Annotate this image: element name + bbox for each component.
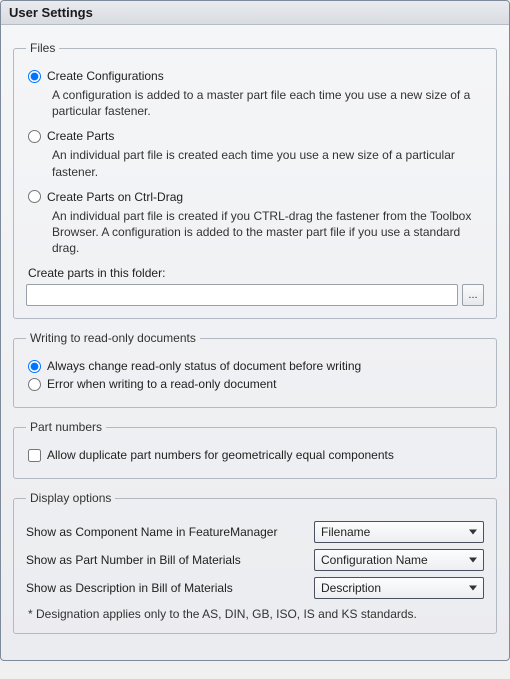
display-footnote: * Designation applies only to the AS, DI… bbox=[28, 607, 484, 621]
writing-legend: Writing to read-only documents bbox=[26, 331, 200, 345]
files-radio-create-parts-ctrl-drag-label: Create Parts on Ctrl-Drag bbox=[47, 190, 183, 204]
display-options-group: Display options Show as Component Name i… bbox=[13, 491, 497, 634]
files-legend: Files bbox=[26, 41, 59, 55]
writing-radio-error-row: Error when writing to a read-only docume… bbox=[26, 377, 484, 391]
browse-folder-button[interactable]: ... bbox=[462, 284, 484, 306]
writing-radio-error[interactable] bbox=[28, 378, 41, 391]
display-description-combo: Description bbox=[314, 577, 484, 599]
create-parts-folder-row: ... bbox=[26, 284, 484, 306]
display-part-number-select[interactable]: Configuration Name bbox=[314, 549, 484, 571]
files-radio-create-parts[interactable] bbox=[28, 130, 41, 143]
files-radio-create-configurations[interactable] bbox=[28, 70, 41, 83]
files-radio-create-parts-ctrl-drag-row: Create Parts on Ctrl-Drag bbox=[26, 190, 484, 204]
writing-group: Writing to read-only documents Always ch… bbox=[13, 331, 497, 408]
create-parts-folder-input[interactable] bbox=[26, 284, 458, 306]
part-numbers-legend: Part numbers bbox=[26, 420, 106, 434]
user-settings-window: User Settings Files Create Configuration… bbox=[0, 0, 510, 661]
part-numbers-group: Part numbers Allow duplicate part number… bbox=[13, 420, 497, 479]
files-group: Files Create Configurations A configurat… bbox=[13, 41, 497, 319]
display-component-name-select[interactable]: Filename bbox=[314, 521, 484, 543]
create-parts-folder-label: Create parts in this folder: bbox=[28, 266, 484, 280]
display-component-name-label: Show as Component Name in FeatureManager bbox=[26, 525, 314, 539]
display-part-number-combo: Configuration Name bbox=[314, 549, 484, 571]
display-description-select[interactable]: Description bbox=[314, 577, 484, 599]
display-row-component-name: Show as Component Name in FeatureManager… bbox=[26, 521, 484, 543]
window-body: Files Create Configurations A configurat… bbox=[1, 25, 509, 660]
display-row-description: Show as Description in Bill of Materials… bbox=[26, 577, 484, 599]
files-radio-create-configurations-label: Create Configurations bbox=[47, 69, 164, 83]
files-radio-create-parts-ctrl-drag[interactable] bbox=[28, 190, 41, 203]
display-row-part-number: Show as Part Number in Bill of Materials… bbox=[26, 549, 484, 571]
files-create-configurations-desc: A configuration is added to a master par… bbox=[52, 87, 484, 119]
writing-radio-always-change-row: Always change read-only status of docume… bbox=[26, 359, 484, 373]
allow-duplicate-part-numbers-row: Allow duplicate part numbers for geometr… bbox=[26, 448, 484, 462]
writing-radio-always-change-label: Always change read-only status of docume… bbox=[47, 359, 361, 373]
writing-radio-always-change[interactable] bbox=[28, 360, 41, 373]
window-title: User Settings bbox=[1, 1, 509, 25]
files-create-parts-ctrl-drag-desc: An individual part file is created if yo… bbox=[52, 208, 484, 257]
files-radio-create-configurations-row: Create Configurations bbox=[26, 69, 484, 83]
display-description-label: Show as Description in Bill of Materials bbox=[26, 581, 314, 595]
files-create-parts-desc: An individual part file is created each … bbox=[52, 147, 484, 179]
display-component-name-combo: Filename bbox=[314, 521, 484, 543]
writing-radio-error-label: Error when writing to a read-only docume… bbox=[47, 377, 276, 391]
allow-duplicate-part-numbers-label: Allow duplicate part numbers for geometr… bbox=[47, 448, 394, 462]
ellipsis-icon: ... bbox=[468, 289, 477, 301]
allow-duplicate-part-numbers-checkbox[interactable] bbox=[28, 449, 41, 462]
display-part-number-label: Show as Part Number in Bill of Materials bbox=[26, 553, 314, 567]
files-radio-create-parts-row: Create Parts bbox=[26, 129, 484, 143]
files-radio-create-parts-label: Create Parts bbox=[47, 129, 114, 143]
display-options-legend: Display options bbox=[26, 491, 115, 505]
